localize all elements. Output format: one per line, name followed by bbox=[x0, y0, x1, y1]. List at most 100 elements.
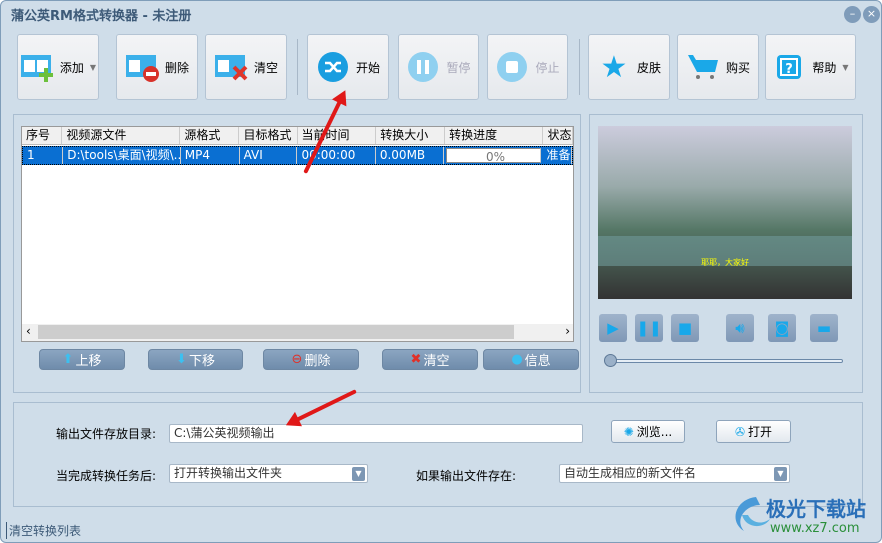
buy-button[interactable]: 购买 bbox=[677, 34, 759, 100]
table-row[interactable]: 1 D:\tools\桌面\视频\... MP4 AVI 00:00:00 0.… bbox=[22, 146, 573, 165]
cart-icon bbox=[686, 50, 720, 84]
start-button[interactable]: 开始 bbox=[307, 34, 389, 100]
pause-button[interactable]: 暂停 bbox=[398, 34, 479, 100]
film-delete-icon bbox=[125, 50, 159, 84]
output-dir-label: 输出文件存放目录: bbox=[56, 427, 157, 441]
toolbar-divider bbox=[297, 39, 298, 95]
chevron-down-icon: ▼ bbox=[774, 467, 787, 481]
snapshot-button[interactable]: ◙ bbox=[768, 314, 796, 342]
folder-icon: ▬ bbox=[816, 319, 832, 337]
list-clear-label: 清空 bbox=[423, 354, 450, 369]
stop-icon bbox=[495, 50, 529, 84]
cell-status: 准备 bbox=[543, 147, 572, 164]
film-reel-icon: ✇ bbox=[734, 424, 746, 439]
chevron-down-icon: ▼ bbox=[352, 467, 365, 481]
help-icon: ? bbox=[772, 50, 806, 84]
move-down-label: 下移 bbox=[188, 354, 215, 369]
col-index[interactable]: 序号 bbox=[22, 127, 63, 144]
star-icon: ★ bbox=[600, 49, 628, 85]
skin-button[interactable]: ★ 皮肤 bbox=[588, 34, 670, 100]
move-up-label: 上移 bbox=[75, 354, 102, 369]
scrollbar-thumb[interactable] bbox=[38, 325, 514, 339]
pause-label: 暂停 bbox=[446, 60, 471, 75]
open-button[interactable]: ✇ 打开 bbox=[716, 420, 791, 443]
list-delete-label: 删除 bbox=[304, 354, 331, 369]
move-down-button[interactable]: ⬇ 下移 bbox=[148, 349, 243, 370]
col-size[interactable]: 转换大小 bbox=[376, 127, 446, 144]
clear-button[interactable]: 清空 bbox=[205, 34, 287, 100]
seek-slider-knob[interactable] bbox=[604, 354, 617, 367]
output-dir-input[interactable]: C:\蒲公英视频输出 bbox=[169, 424, 583, 443]
file-exists-value: 自动生成相应的新文件名 bbox=[564, 466, 697, 480]
minimize-button[interactable]: – bbox=[844, 6, 861, 23]
table-header: 序号 视频源文件 源格式 目标格式 当前时间 转换大小 转换进度 状态 bbox=[22, 127, 573, 145]
after-task-value: 打开转换输出文件夹 bbox=[174, 466, 283, 480]
volume-button[interactable]: 🔊︎ bbox=[726, 314, 754, 342]
play-button[interactable]: ▶ bbox=[599, 314, 627, 342]
player-stop-button[interactable]: ■ bbox=[671, 314, 699, 342]
magnifier-icon: ● bbox=[511, 352, 523, 367]
aperture-icon: ✺ bbox=[623, 424, 634, 439]
info-label: 信息 bbox=[524, 354, 551, 369]
volume-icon: 🔊︎ bbox=[735, 319, 745, 337]
cell-dst: AVI bbox=[240, 147, 298, 164]
arrow-up-icon: ⬆ bbox=[62, 352, 74, 367]
browse-label: 浏览... bbox=[636, 425, 673, 439]
seek-slider[interactable] bbox=[609, 359, 843, 363]
svg-text:?: ? bbox=[786, 62, 794, 77]
buy-label: 购买 bbox=[725, 60, 750, 75]
horizontal-scrollbar[interactable]: ‹ › bbox=[22, 324, 573, 341]
toolbar-divider bbox=[579, 39, 580, 95]
pause-icon bbox=[406, 50, 440, 84]
window-title: 蒲公英RM格式转换器 - 未注册 bbox=[11, 9, 192, 24]
open-label: 打开 bbox=[748, 425, 773, 439]
scroll-left-icon[interactable]: ‹ bbox=[26, 324, 31, 338]
scroll-right-icon[interactable]: › bbox=[565, 324, 570, 338]
dropdown-arrow-icon: ▼ bbox=[842, 62, 849, 72]
stop-label: 停止 bbox=[535, 60, 560, 75]
cell-file: D:\tools\桌面\视频\... bbox=[63, 147, 181, 164]
skin-label: 皮肤 bbox=[636, 60, 661, 75]
add-label: 添加 bbox=[59, 60, 84, 75]
shuffle-start-icon bbox=[316, 50, 350, 84]
open-folder-button[interactable]: ▬ bbox=[810, 314, 838, 342]
camera-icon: ◙ bbox=[774, 319, 790, 337]
add-button[interactable]: 添加 ▼ bbox=[17, 34, 99, 100]
after-task-label: 当完成转换任务后: bbox=[56, 469, 157, 483]
col-src-format[interactable]: 源格式 bbox=[180, 127, 240, 144]
app-window: 蒲公英RM格式转换器 - 未注册 – × 添加 ▼ 删除 清空 开始 暂停 停止 … bbox=[0, 0, 882, 543]
clear-label: 清空 bbox=[253, 60, 278, 75]
list-clear-button[interactable]: ✖ 清空 bbox=[382, 349, 478, 370]
list-delete-button[interactable]: ⊖ 删除 bbox=[263, 349, 359, 370]
col-status[interactable]: 状态 bbox=[543, 127, 573, 144]
close-button[interactable]: × bbox=[863, 6, 880, 23]
move-up-button[interactable]: ⬆ 上移 bbox=[39, 349, 125, 370]
start-label: 开始 bbox=[355, 60, 380, 75]
player-pause-button[interactable]: ❚❚ bbox=[635, 314, 663, 342]
file-exists-select[interactable]: 自动生成相应的新文件名 ▼ bbox=[559, 464, 790, 483]
film-add-icon bbox=[20, 50, 54, 84]
arrow-down-icon: ⬇ bbox=[176, 352, 187, 367]
col-dst-format[interactable]: 目标格式 bbox=[239, 127, 298, 144]
file-table: 序号 视频源文件 源格式 目标格式 当前时间 转换大小 转换进度 状态 1 D:… bbox=[21, 126, 574, 342]
cell-size: 0.00MB bbox=[376, 147, 445, 164]
cell-src: MP4 bbox=[181, 147, 240, 164]
watermark-logo: 极光下载站 www.xz7.com bbox=[726, 491, 876, 539]
delete-button[interactable]: 删除 bbox=[116, 34, 198, 100]
col-source[interactable]: 视频源文件 bbox=[62, 127, 181, 144]
cell-index: 1 bbox=[23, 147, 64, 164]
play-icon: ▶ bbox=[607, 319, 619, 337]
file-exists-label: 如果输出文件存在: bbox=[416, 469, 517, 483]
status-bar-text[interactable]: 清空转换列表 bbox=[6, 522, 81, 539]
col-time[interactable]: 当前时间 bbox=[298, 127, 377, 144]
col-progress[interactable]: 转换进度 bbox=[445, 127, 544, 144]
stop-button[interactable]: 停止 bbox=[487, 34, 568, 100]
video-preview: 耶耶，大家好 bbox=[598, 126, 852, 299]
browse-button[interactable]: ✺ 浏览... bbox=[611, 420, 685, 443]
after-task-select[interactable]: 打开转换输出文件夹 ▼ bbox=[169, 464, 368, 483]
help-label: 帮助 bbox=[812, 60, 837, 75]
minus-circle-icon: ⊖ bbox=[291, 352, 303, 367]
help-button[interactable]: ? 帮助 ▼ bbox=[765, 34, 856, 100]
info-button[interactable]: ● 信息 bbox=[483, 349, 579, 370]
cell-progress: 0% bbox=[446, 148, 541, 163]
